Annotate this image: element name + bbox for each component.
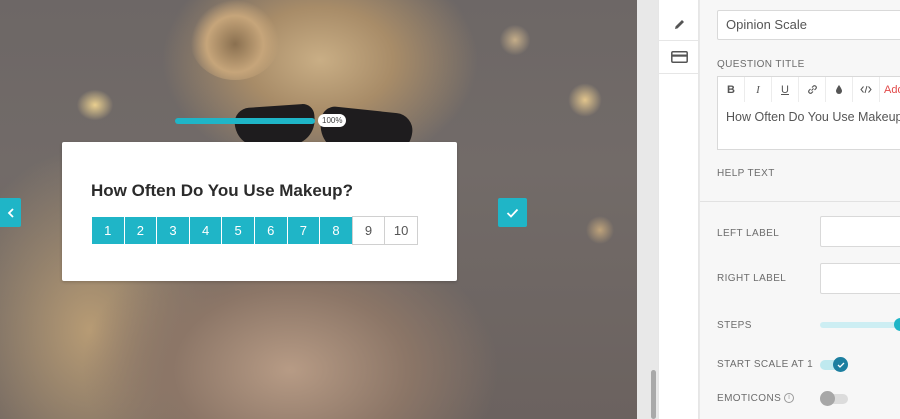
left-label-input[interactable] xyxy=(820,216,900,247)
help-text-label: HELP TEXT xyxy=(717,168,775,179)
right-label-input[interactable] xyxy=(820,263,900,294)
scrollbar[interactable] xyxy=(651,370,656,419)
droplet-icon xyxy=(836,85,842,94)
right-label-label: RIGHT LABEL xyxy=(717,273,787,284)
opinion-scale: 1 2 3 4 5 6 7 8 9 10 xyxy=(91,216,418,245)
next-question-button[interactable] xyxy=(498,198,527,227)
steps-slider-handle[interactable] xyxy=(894,318,900,331)
scale-option-1[interactable]: 1 xyxy=(91,216,125,245)
scale-option-8[interactable]: 8 xyxy=(319,216,353,245)
question-type-field[interactable]: Opinion Scale xyxy=(717,10,900,40)
scale-option-7[interactable]: 7 xyxy=(286,216,321,245)
divider xyxy=(700,201,900,202)
background-photo-detail xyxy=(190,0,280,80)
scale-option-5[interactable]: 5 xyxy=(221,216,255,245)
question-title: How Often Do You Use Makeup? xyxy=(91,181,353,200)
start-scale-toggle[interactable] xyxy=(820,357,848,372)
card-tool-button[interactable] xyxy=(659,41,699,74)
progress-bar xyxy=(175,118,315,124)
scale-option-2[interactable]: 2 xyxy=(123,216,158,245)
color-button[interactable] xyxy=(826,77,853,102)
emoticons-toggle[interactable] xyxy=(820,391,848,406)
add-variable-button[interactable]: Add xyxy=(880,84,900,96)
toggle-knob xyxy=(820,391,835,406)
check-icon xyxy=(506,208,519,218)
underline-button[interactable]: U xyxy=(772,77,799,102)
steps-label: STEPS xyxy=(717,320,752,331)
link-button[interactable] xyxy=(799,77,826,102)
chevron-left-icon xyxy=(7,207,14,218)
question-title-label: QUESTION TITLE xyxy=(717,59,805,70)
scale-option-9[interactable]: 9 xyxy=(351,216,386,245)
pencil-icon xyxy=(674,19,684,29)
scale-option-10[interactable]: 10 xyxy=(384,216,418,245)
card-icon xyxy=(670,51,688,63)
edit-tool-button[interactable] xyxy=(659,8,699,41)
form-preview: 100% How Often Do You Use Makeup? 123456… xyxy=(0,0,637,419)
italic-button[interactable]: I xyxy=(745,77,772,102)
code-button[interactable] xyxy=(853,77,880,102)
properties-panel: Opinion Scale QUESTION TITLE B I U Add H… xyxy=(700,0,900,419)
scale-option-6[interactable]: 6 xyxy=(253,216,288,245)
progress-label: 100% xyxy=(318,114,347,127)
start-scale-label: START SCALE AT 1 xyxy=(717,359,814,370)
tool-strip xyxy=(658,0,699,419)
scale-option-3[interactable]: 3 xyxy=(156,216,190,245)
toggle-knob xyxy=(833,357,848,372)
question-title-editor[interactable]: How Often Do You Use Makeup? xyxy=(717,102,900,150)
code-icon xyxy=(860,85,872,94)
steps-slider[interactable] xyxy=(820,322,900,328)
emoticons-label: EMOTICONS i xyxy=(717,393,795,404)
bold-button[interactable]: B xyxy=(718,77,745,102)
question-card: How Often Do You Use Makeup? 1 2 3 4 5 6 7 8 9 10 xyxy=(62,142,457,281)
check-icon xyxy=(837,362,844,368)
scale-option-4[interactable]: 4 xyxy=(188,216,223,245)
info-icon[interactable]: i xyxy=(784,393,795,404)
previous-question-button[interactable] xyxy=(0,198,21,227)
emoticons-label-text: EMOTICONS xyxy=(717,393,782,404)
link-icon xyxy=(807,85,817,94)
editor-toolbar: B I U Add xyxy=(717,76,900,103)
left-label-label: LEFT LABEL xyxy=(717,228,780,239)
